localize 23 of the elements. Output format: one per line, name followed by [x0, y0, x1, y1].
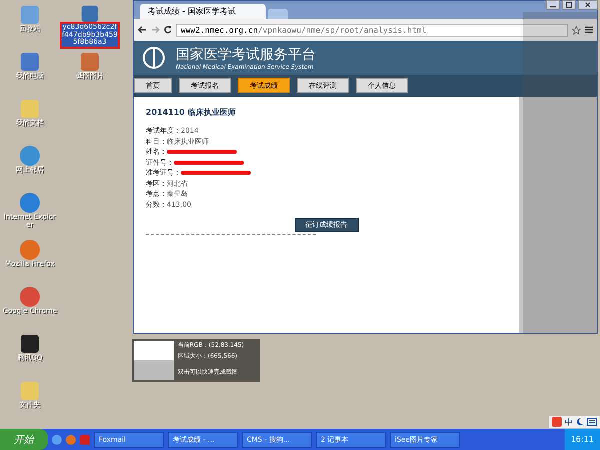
back-icon[interactable]: [138, 26, 147, 34]
clock: 16:11: [570, 435, 594, 444]
menu-icon[interactable]: [585, 26, 593, 34]
keyboard-icon[interactable]: [587, 418, 597, 426]
reload-icon[interactable]: [164, 26, 172, 34]
redaction-mark: [181, 171, 251, 176]
start-button[interactable]: 开始: [0, 429, 48, 450]
browser-tab[interactable]: 考试成绩 - 国家医学考试: [140, 4, 266, 19]
moon-icon[interactable]: [576, 418, 584, 426]
magnifier-preview: [134, 341, 174, 380]
ime-logo-icon[interactable]: [552, 417, 562, 427]
site-title: 国家医学考试服务平台: [176, 46, 316, 64]
redaction-mark: [167, 150, 237, 154]
close-button[interactable]: [578, 0, 598, 10]
emblem-icon: [142, 45, 166, 71]
exam-heading: 2014110 临床执业医师: [146, 107, 237, 118]
minimize-button[interactable]: [546, 0, 560, 10]
maximize-button[interactable]: [562, 0, 576, 10]
redaction-mark: [174, 160, 244, 165]
ime-mode-toggle[interactable]: 中: [565, 416, 573, 428]
star-icon[interactable]: [572, 26, 581, 34]
address-bar[interactable]: www2.nmec.org.cn/vpnkaowu/nme/sp/root/analysis.html: [176, 24, 568, 36]
forward-icon[interactable]: [151, 26, 160, 34]
